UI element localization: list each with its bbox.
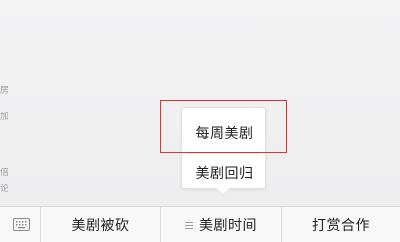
menu-item-cancelled-shows[interactable]: 美剧被砍 [41, 207, 161, 242]
submenu-lines-icon [185, 221, 193, 229]
clipped-message-edge: 房 加 倍 论 [0, 0, 8, 206]
bottom-menu-bar: 美剧被砍 美剧时间 打赏合作 [0, 206, 400, 242]
submenu-item-returning-shows[interactable]: 美剧回归 [182, 163, 267, 183]
popup-pointer [215, 181, 231, 197]
keyboard-toggle-button[interactable] [0, 207, 41, 242]
clipped-text: 倍 [0, 168, 8, 178]
clipped-text: 论 [0, 184, 8, 194]
keyboard-icon [13, 218, 30, 231]
chat-screen: 房 加 倍 论 每周美剧 美剧回归 美剧被砍 美剧时间 打赏合作 [0, 0, 400, 242]
menu-item-label: 美剧被砍 [71, 218, 130, 234]
menu-item-label: 美剧时间 [199, 218, 257, 234]
clipped-text: 加 [0, 112, 8, 122]
menu-item-label: 打赏合作 [312, 218, 370, 234]
menu-item-show-schedule[interactable]: 美剧时间 [161, 207, 282, 242]
submenu-divider [188, 153, 259, 154]
highlight-box [160, 100, 287, 153]
menu-item-tip-and-cooperate[interactable]: 打赏合作 [282, 207, 400, 242]
clipped-text: 房 [0, 86, 8, 96]
